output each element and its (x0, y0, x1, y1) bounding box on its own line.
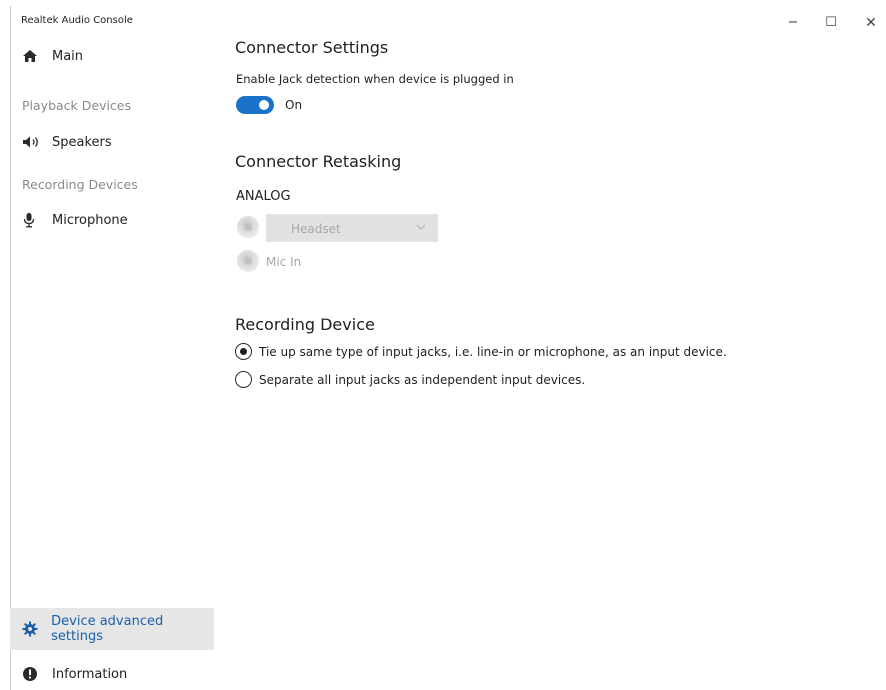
radio-label: Separate all input jacks as independent … (259, 372, 586, 387)
info-icon (22, 666, 50, 682)
sidebar-item-label: Speakers (52, 134, 112, 150)
jack-detection-toggle[interactable] (236, 96, 274, 114)
analog-group-label: ANALOG (236, 189, 291, 204)
sidebar-item-label: Device advanced settings (51, 614, 164, 644)
connector-retasking-heading: Connector Retasking (235, 152, 402, 171)
connector-settings-heading: Connector Settings (235, 38, 389, 57)
sidebar-item-device-advanced-settings[interactable]: Device advanced settings (10, 608, 214, 650)
speaker-icon (22, 135, 50, 149)
radio-button-checked[interactable] (235, 343, 252, 360)
playback-devices-header: Playback Devices (22, 98, 132, 113)
title-bar: Realtek Audio Console − ☐ ✕ (10, 6, 886, 32)
window-title: Realtek Audio Console (21, 15, 133, 26)
chevron-down-icon (416, 224, 426, 230)
jack2-label: Mic In (266, 255, 302, 269)
radio-separate-inputs[interactable]: Separate all input jacks as independent … (235, 371, 585, 388)
gear-icon (22, 621, 49, 637)
jack-port-icon (237, 216, 259, 238)
jack-port-icon (237, 250, 259, 272)
minimize-button[interactable]: − (778, 12, 808, 34)
sidebar-item-label: Main (52, 48, 84, 64)
jack-detection-label: Enable Jack detection when device is plu… (236, 72, 514, 86)
maximize-button[interactable]: ☐ (816, 12, 846, 34)
sidebar-item-label: Microphone (52, 212, 128, 228)
home-icon (22, 49, 50, 63)
toggle-state-label: On (285, 98, 303, 112)
microphone-icon (22, 212, 50, 228)
radio-button-unchecked[interactable] (235, 371, 252, 388)
recording-device-heading: Recording Device (235, 315, 375, 334)
sidebar-item-label: Information (52, 666, 128, 682)
recording-devices-header: Recording Devices (22, 177, 138, 192)
sidebar-item-main[interactable]: Main (10, 36, 214, 76)
jack1-function-select[interactable]: Headset (266, 214, 438, 242)
jack1-selected-value: Headset (291, 222, 341, 236)
sidebar-item-information[interactable]: Information (10, 654, 214, 690)
radio-tie-up-inputs[interactable]: Tie up same type of input jacks, i.e. li… (235, 343, 727, 360)
sidebar-item-microphone[interactable]: Microphone (10, 200, 214, 240)
radio-label: Tie up same type of input jacks, i.e. li… (259, 344, 727, 359)
close-button[interactable]: ✕ (856, 12, 886, 34)
sidebar-item-speakers[interactable]: Speakers (10, 122, 214, 162)
toggle-knob (259, 100, 269, 110)
